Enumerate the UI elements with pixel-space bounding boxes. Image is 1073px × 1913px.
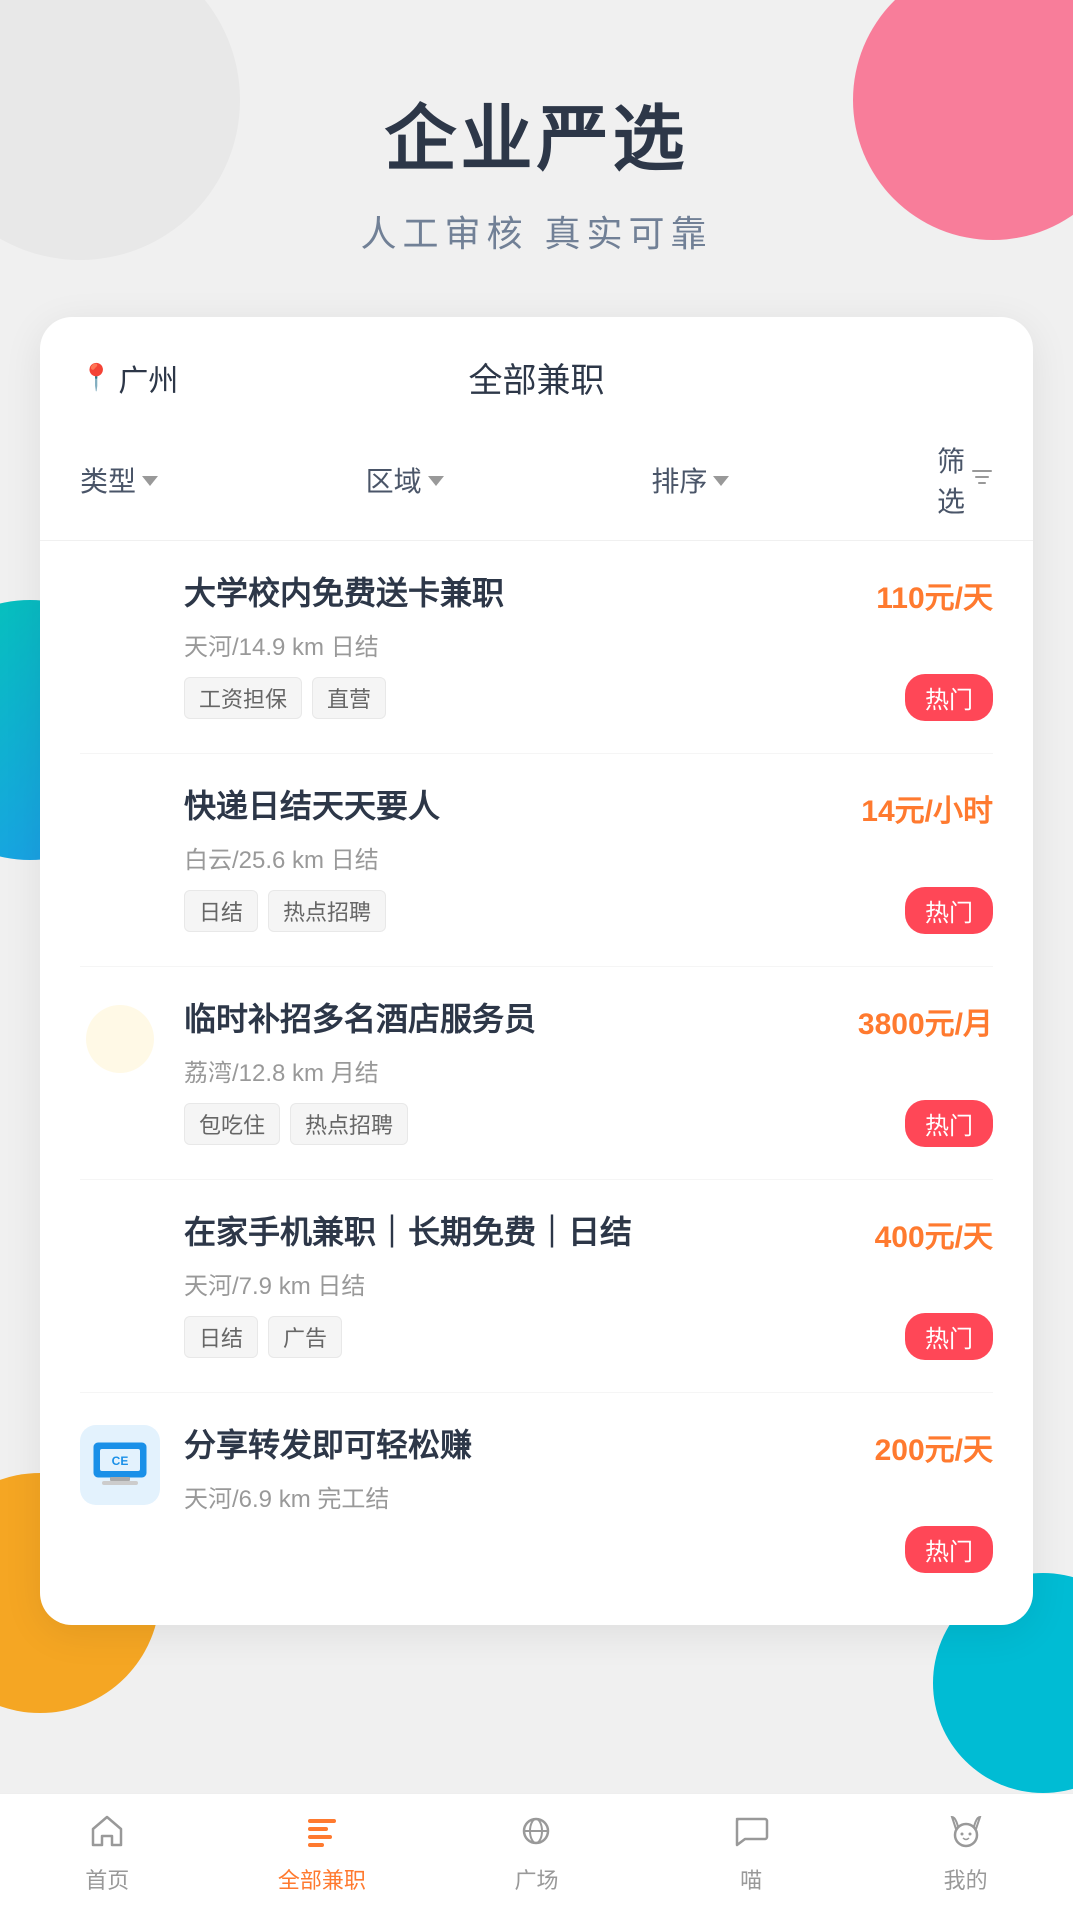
job-salary-3: 3800元/月 [858,999,993,1043]
tag-4-1: 日结 [184,1316,258,1358]
job-content-5: 分享转发即可轻松赚 200元/天 天河/6.9 km 完工结 热门 [184,1425,993,1573]
filter-sort-chevron [713,476,729,486]
filter-area[interactable]: 区域 [366,460,652,500]
job-title-1: 大学校内免费送卡兼职 [184,573,866,615]
job-tags-row-2: 日结 热点招聘 热门 [184,887,993,934]
job-salary-2: 14元/小时 [861,786,993,830]
job-meta-1: 天河/14.9 km 日结 [184,627,993,662]
job-logo-3: 🍽️ [80,999,160,1079]
main-card: 📍 广州 全部兼职 类型 区域 排序 筛选 [40,317,1033,1625]
filter-type-chevron [142,476,158,486]
job-meta-2: 白云/25.6 km 日结 [184,840,993,875]
job-logo-4 [80,1212,160,1292]
nav-mine-label: 我的 [944,1863,988,1895]
nav-chat[interactable]: 喵 [644,1813,859,1895]
location-icon: 📍 [80,362,112,393]
filter-area-label: 区域 [366,460,422,500]
job-logo-2 [80,786,160,866]
job-tags-row-4: 日结 广告 热门 [184,1313,993,1360]
cat-icon [948,1813,984,1855]
filter-bar: 类型 区域 排序 筛选 [40,430,1033,541]
job-item[interactable]: 🍽️ 临时补招多名酒店服务员 3800元/月 荔湾/12.8 km 月结 包吃住… [80,967,993,1180]
header-section: 企业严选 人工审核 真实可靠 [0,0,1073,317]
filter-type[interactable]: 类型 [80,460,366,500]
job-content-4: 在家手机兼职｜长期免费｜日结 400元/天 天河/7.9 km 日结 日结 广告… [184,1212,993,1360]
filter-area-chevron [428,476,444,486]
hot-badge-4: 热门 [905,1313,993,1360]
filter-sort-label: 排序 [651,460,707,500]
funnel-icon [971,466,993,495]
job-tags-3: 包吃住 热点招聘 [184,1103,408,1145]
job-content-2: 快递日结天天要人 14元/小时 白云/25.6 km 日结 日结 热点招聘 热门 [184,786,993,934]
job-tags-row-1: 工资担保 直营 热门 [184,674,993,721]
nav-home-label: 首页 [85,1863,129,1895]
nav-jobs-label: 全部兼职 [278,1863,366,1895]
tag-1-1: 工资担保 [184,677,302,719]
job-title-row-5: 分享转发即可轻松赚 200元/天 [184,1425,993,1469]
planet-icon [518,1813,554,1855]
tag-4-2: 广告 [268,1316,342,1358]
job-tags-1: 工资担保 直营 [184,677,386,719]
job-title-2: 快递日结天天要人 [184,786,851,828]
hot-badge-5: 热门 [905,1526,993,1573]
hot-badge-1: 热门 [905,674,993,721]
header-title: 企业严选 [40,80,1033,185]
nav-plaza[interactable]: 广场 [429,1813,644,1895]
home-icon [89,1813,125,1855]
tag-2-1: 日结 [184,890,258,932]
job-salary-1: 110元/天 [876,573,993,617]
job-logo-1 [80,573,160,653]
job-title-3: 临时补招多名酒店服务员 [184,999,848,1041]
location-text: 广州 [118,356,178,400]
job-meta-5: 天河/6.9 km 完工结 [184,1479,993,1514]
job-salary-5: 200元/天 [875,1425,993,1469]
svg-text:CE: CE [112,1454,129,1468]
job-title-row-2: 快递日结天天要人 14元/小时 [184,786,993,830]
hot-badge-3: 热门 [905,1100,993,1147]
job-title-5: 分享转发即可轻松赚 [184,1425,865,1467]
job-logo-5: CE [80,1425,160,1505]
job-tags-2: 日结 热点招聘 [184,890,386,932]
filter-screen-label: 筛选 [937,440,965,520]
tag-3-1: 包吃住 [184,1103,280,1145]
filter-type-label: 类型 [80,460,136,500]
job-title-row-4: 在家手机兼职｜长期免费｜日结 400元/天 [184,1212,993,1256]
nav-mine[interactable]: 我的 [858,1813,1073,1895]
job-content-1: 大学校内免费送卡兼职 110元/天 天河/14.9 km 日结 工资担保 直营 … [184,573,993,721]
nav-jobs[interactable]: 全部兼职 [215,1813,430,1895]
job-content-3: 临时补招多名酒店服务员 3800元/月 荔湾/12.8 km 月结 包吃住 热点… [184,999,993,1147]
hot-badge-2: 热门 [905,887,993,934]
job-item[interactable]: CE 分享转发即可轻松赚 200元/天 天河/6.9 km 完工结 热门 [80,1393,993,1605]
tag-3-2: 热点招聘 [290,1103,408,1145]
job-item[interactable]: 快递日结天天要人 14元/小时 白云/25.6 km 日结 日结 热点招聘 热门 [80,754,993,967]
nav-chat-label: 喵 [740,1863,762,1895]
job-item[interactable]: 在家手机兼职｜长期免费｜日结 400元/天 天河/7.9 km 日结 日结 广告… [80,1180,993,1393]
jobs-icon [304,1813,340,1855]
nav-home[interactable]: 首页 [0,1813,215,1895]
job-title-row-3: 临时补招多名酒店服务员 3800元/月 [184,999,993,1043]
job-item[interactable]: 大学校内免费送卡兼职 110元/天 天河/14.9 km 日结 工资担保 直营 … [80,541,993,754]
job-title-4: 在家手机兼职｜长期免费｜日结 [184,1212,865,1254]
job-meta-3: 荔湾/12.8 km 月结 [184,1053,993,1088]
chat-icon [733,1813,769,1855]
bottom-nav: 首页 全部兼职 广场 喵 [0,1793,1073,1913]
job-tags-4: 日结 广告 [184,1316,342,1358]
tag-2-2: 热点招聘 [268,890,386,932]
location-badge[interactable]: 📍 广州 [80,356,178,400]
filter-sort[interactable]: 排序 [651,460,937,500]
job-list: 大学校内免费送卡兼职 110元/天 天河/14.9 km 日结 工资担保 直营 … [40,541,1033,1605]
job-salary-4: 400元/天 [875,1212,993,1256]
card-header: 📍 广州 全部兼职 [40,317,1033,430]
job-tags-row-3: 包吃住 热点招聘 热门 [184,1100,993,1147]
tag-1-2: 直营 [312,677,386,719]
job-title-row-1: 大学校内免费送卡兼职 110元/天 [184,573,993,617]
job-tags-row-5: 热门 [184,1526,993,1573]
job-meta-4: 天河/7.9 km 日结 [184,1266,993,1301]
card-title: 全部兼职 [469,353,605,402]
nav-plaza-label: 广场 [514,1863,558,1895]
filter-screen[interactable]: 筛选 [937,440,993,520]
header-subtitle: 人工审核 真实可靠 [40,205,1033,257]
